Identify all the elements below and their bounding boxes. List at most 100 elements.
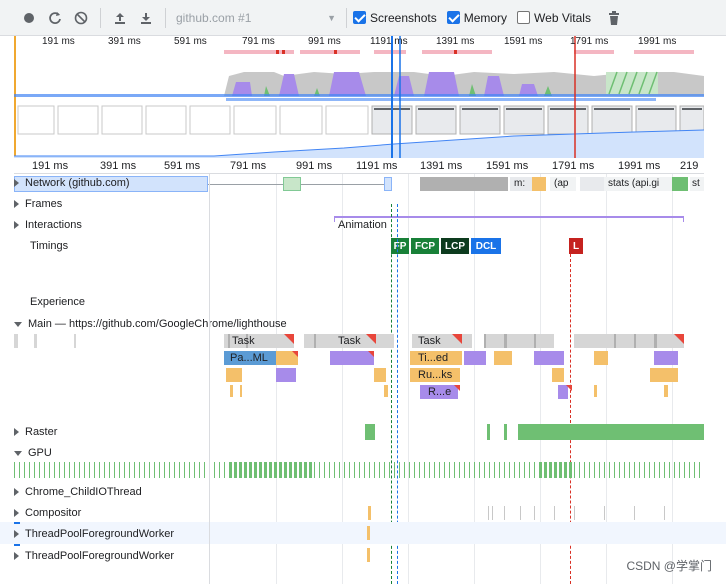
expand-arrow-icon: [14, 428, 19, 436]
gpu-event: [329, 462, 330, 478]
animation-bar[interactable]: [334, 216, 684, 218]
gpu-event: [179, 462, 180, 478]
gpu-event: [94, 462, 95, 478]
gpu-event: [579, 462, 580, 478]
timeline-overview[interactable]: 191 ms 391 ms 591 ms 791 ms 991 ms 1191 …: [14, 36, 704, 158]
gpu-event: [664, 462, 665, 478]
network-host-label: (github.com): [68, 177, 130, 189]
garbage-collect-button[interactable]: [601, 5, 627, 31]
gpu-track-header[interactable]: GPU: [14, 447, 52, 459]
frames-track-header[interactable]: Frames: [14, 198, 62, 210]
main-task[interactable]: Task: [334, 334, 361, 348]
pool-worker-event[interactable]: [367, 548, 370, 562]
gpu-event: [374, 462, 375, 478]
gpu-event: [669, 462, 670, 478]
profile-select[interactable]: github.com #1 ▼: [172, 7, 340, 29]
chevron-down-icon: ▼: [327, 12, 336, 23]
parse-html-event[interactable]: Pa...ML: [226, 351, 268, 365]
gpu-event: [464, 462, 465, 478]
gpu-event: [544, 462, 547, 478]
raster-event[interactable]: [518, 424, 704, 440]
gpu-event: [314, 462, 315, 478]
main-track-header[interactable]: Main — https://github.com/GoogleChrome/l…: [14, 318, 287, 330]
save-profile-button[interactable]: [133, 5, 159, 31]
pool-worker-track-label: ThreadPoolForegroundWorker: [25, 528, 174, 540]
raster-event[interactable]: [487, 424, 490, 440]
raster-event[interactable]: [504, 424, 507, 440]
clear-button[interactable]: [68, 5, 94, 31]
gpu-event: [389, 462, 390, 478]
fp-marker[interactable]: FP: [391, 238, 409, 254]
fcp-marker[interactable]: FCP: [411, 238, 439, 254]
recalc-style-event[interactable]: R...e: [424, 385, 451, 399]
network-request[interactable]: [532, 177, 546, 191]
gpu-event: [399, 462, 400, 478]
ruler-tick: 591 ms: [164, 160, 201, 172]
network-request[interactable]: [420, 177, 508, 191]
compositor-events[interactable]: [14, 502, 704, 522]
network-track-header[interactable]: Network (github.com): [14, 177, 130, 189]
network-request[interactable]: m:: [510, 177, 532, 191]
gpu-event: [289, 462, 292, 478]
gpu-event: [119, 462, 120, 478]
gpu-event: [679, 462, 680, 478]
trash-icon: [608, 10, 619, 25]
screenshots-checkbox[interactable]: Screenshots: [353, 11, 437, 25]
overview-tick: 1391 ms: [436, 36, 475, 47]
pool-worker-event[interactable]: [367, 526, 370, 540]
raster-track-header[interactable]: Raster: [14, 426, 57, 438]
gpu-event: [354, 462, 355, 478]
memory-checkbox[interactable]: Memory: [446, 10, 508, 25]
gpu-event: [274, 462, 277, 478]
gpu-event: [224, 462, 225, 478]
dcl-marker[interactable]: DCL: [471, 238, 501, 254]
gpu-event: [554, 462, 557, 478]
interactions-track-header[interactable]: Interactions: [14, 219, 82, 231]
gpu-event: [514, 462, 515, 478]
gpu-event: [64, 462, 65, 478]
gpu-events[interactable]: [14, 462, 704, 478]
memory-label: Memory: [463, 10, 508, 25]
record-button[interactable]: [16, 5, 42, 31]
interactions-track-label: Interactions: [25, 219, 82, 231]
network-request[interactable]: [672, 177, 688, 191]
gpu-event: [549, 462, 552, 478]
timer-fired-event[interactable]: Ti...ed: [414, 351, 448, 365]
gpu-event: [634, 462, 635, 478]
gpu-event: [114, 462, 115, 478]
watermark: CSDN @学掌门: [626, 559, 712, 573]
web-vitals-checkbox[interactable]: Web Vitals: [517, 11, 591, 25]
gpu-event: [124, 462, 125, 478]
ruler-tick: 1991 ms: [618, 160, 661, 172]
web-vitals-label: Web Vitals: [534, 10, 591, 25]
reload-record-button[interactable]: [42, 5, 68, 31]
gpu-event: [49, 462, 50, 478]
load-profile-button[interactable]: [107, 5, 133, 31]
timeline-tracks[interactable]: Network (github.com) m: (ap stats (api.g…: [0, 174, 726, 584]
ruler-tick: 191 ms: [32, 160, 69, 172]
main-task[interactable]: Task: [414, 334, 441, 348]
pool-worker-track-header[interactable]: ThreadPoolForegroundWorker: [14, 550, 174, 562]
network-request[interactable]: [580, 177, 604, 191]
main-task[interactable]: Task: [228, 334, 255, 348]
network-request[interactable]: [384, 177, 392, 191]
run-microtasks-event[interactable]: Ru...ks: [414, 368, 452, 382]
child-io-track-header[interactable]: Chrome_ChildIOThread: [14, 486, 142, 498]
load-marker[interactable]: L: [569, 238, 583, 254]
gpu-event: [624, 462, 625, 478]
gpu-event: [174, 462, 175, 478]
gpu-event: [109, 462, 110, 478]
raster-event[interactable]: [365, 424, 375, 440]
lcp-marker[interactable]: LCP: [441, 238, 469, 254]
network-request[interactable]: st: [690, 177, 704, 191]
network-request[interactable]: stats (api.gi: [604, 177, 672, 191]
overview-ticks: 191 ms 391 ms 591 ms 791 ms 991 ms 1191 …: [14, 36, 704, 50]
gpu-event: [199, 462, 200, 478]
network-request[interactable]: [283, 177, 301, 191]
gpu-event: [324, 462, 325, 478]
pool-worker-track-header[interactable]: ThreadPoolForegroundWorker: [14, 528, 174, 540]
network-request[interactable]: (ap: [550, 177, 576, 191]
gpu-event: [604, 462, 605, 478]
gpu-event: [569, 462, 572, 478]
ruler-tick: 1591 ms: [486, 160, 529, 172]
